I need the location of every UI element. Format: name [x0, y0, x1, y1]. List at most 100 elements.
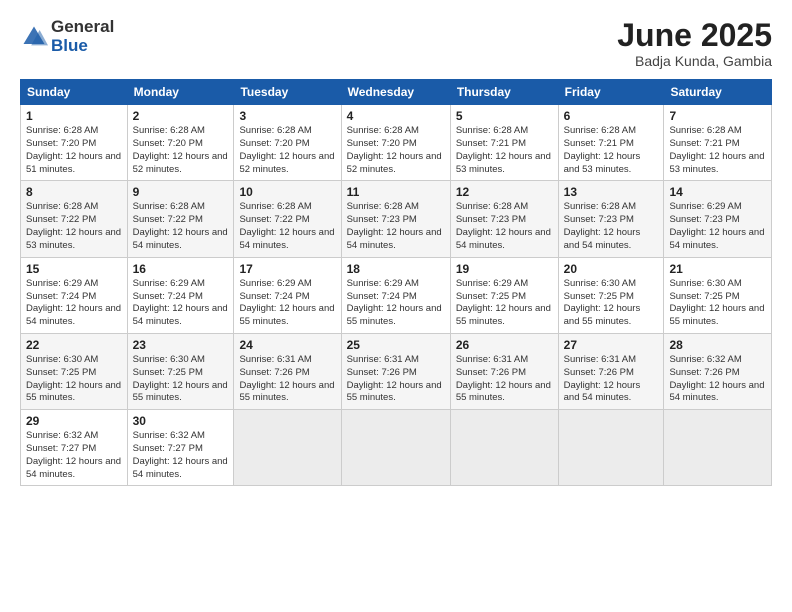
day-number: 3 [239, 109, 335, 123]
day-number: 1 [26, 109, 122, 123]
table-row: 5 Sunrise: 6:28 AMSunset: 7:21 PMDayligh… [450, 105, 558, 181]
day-info: Sunrise: 6:28 AMSunset: 7:21 PMDaylight:… [456, 125, 551, 174]
day-number: 27 [564, 338, 659, 352]
logo-icon [20, 23, 48, 51]
day-number: 7 [669, 109, 766, 123]
table-row: 14 Sunrise: 6:29 AMSunset: 7:23 PMDaylig… [664, 181, 772, 257]
col-wednesday: Wednesday [341, 80, 450, 105]
day-number: 17 [239, 262, 335, 276]
day-info: Sunrise: 6:28 AMSunset: 7:20 PMDaylight:… [133, 125, 228, 174]
table-row: 21 Sunrise: 6:30 AMSunset: 7:25 PMDaylig… [664, 257, 772, 333]
day-number: 13 [564, 185, 659, 199]
table-row: 1 Sunrise: 6:28 AMSunset: 7:20 PMDayligh… [21, 105, 128, 181]
table-row [341, 410, 450, 486]
calendar-week-row: 29 Sunrise: 6:32 AMSunset: 7:27 PMDaylig… [21, 410, 772, 486]
day-info: Sunrise: 6:28 AMSunset: 7:22 PMDaylight:… [133, 201, 228, 250]
day-info: Sunrise: 6:28 AMSunset: 7:20 PMDaylight:… [347, 125, 442, 174]
calendar-body: 1 Sunrise: 6:28 AMSunset: 7:20 PMDayligh… [21, 105, 772, 486]
day-info: Sunrise: 6:28 AMSunset: 7:22 PMDaylight:… [239, 201, 334, 250]
day-number: 20 [564, 262, 659, 276]
day-info: Sunrise: 6:28 AMSunset: 7:22 PMDaylight:… [26, 201, 121, 250]
day-info: Sunrise: 6:29 AMSunset: 7:24 PMDaylight:… [26, 278, 121, 327]
table-row [664, 410, 772, 486]
day-info: Sunrise: 6:28 AMSunset: 7:20 PMDaylight:… [239, 125, 334, 174]
day-info: Sunrise: 6:29 AMSunset: 7:25 PMDaylight:… [456, 278, 551, 327]
table-row: 19 Sunrise: 6:29 AMSunset: 7:25 PMDaylig… [450, 257, 558, 333]
day-number: 2 [133, 109, 229, 123]
day-number: 28 [669, 338, 766, 352]
table-row: 9 Sunrise: 6:28 AMSunset: 7:22 PMDayligh… [127, 181, 234, 257]
day-info: Sunrise: 6:31 AMSunset: 7:26 PMDaylight:… [456, 354, 551, 403]
table-row: 7 Sunrise: 6:28 AMSunset: 7:21 PMDayligh… [664, 105, 772, 181]
day-number: 6 [564, 109, 659, 123]
table-row: 23 Sunrise: 6:30 AMSunset: 7:25 PMDaylig… [127, 333, 234, 409]
calendar-week-row: 1 Sunrise: 6:28 AMSunset: 7:20 PMDayligh… [21, 105, 772, 181]
table-row: 13 Sunrise: 6:28 AMSunset: 7:23 PMDaylig… [558, 181, 664, 257]
day-number: 11 [347, 185, 445, 199]
day-info: Sunrise: 6:30 AMSunset: 7:25 PMDaylight:… [133, 354, 228, 403]
day-info: Sunrise: 6:31 AMSunset: 7:26 PMDaylight:… [347, 354, 442, 403]
col-sunday: Sunday [21, 80, 128, 105]
day-number: 4 [347, 109, 445, 123]
day-number: 12 [456, 185, 553, 199]
day-info: Sunrise: 6:28 AMSunset: 7:23 PMDaylight:… [564, 201, 641, 250]
day-info: Sunrise: 6:32 AMSunset: 7:27 PMDaylight:… [26, 430, 121, 479]
table-row: 11 Sunrise: 6:28 AMSunset: 7:23 PMDaylig… [341, 181, 450, 257]
day-number: 26 [456, 338, 553, 352]
day-number: 22 [26, 338, 122, 352]
table-row [450, 410, 558, 486]
table-row [558, 410, 664, 486]
table-row: 17 Sunrise: 6:29 AMSunset: 7:24 PMDaylig… [234, 257, 341, 333]
day-number: 29 [26, 414, 122, 428]
day-info: Sunrise: 6:28 AMSunset: 7:21 PMDaylight:… [669, 125, 764, 174]
table-row: 6 Sunrise: 6:28 AMSunset: 7:21 PMDayligh… [558, 105, 664, 181]
table-row: 30 Sunrise: 6:32 AMSunset: 7:27 PMDaylig… [127, 410, 234, 486]
day-number: 21 [669, 262, 766, 276]
table-row: 24 Sunrise: 6:31 AMSunset: 7:26 PMDaylig… [234, 333, 341, 409]
day-number: 24 [239, 338, 335, 352]
logo-blue: Blue [51, 37, 114, 56]
day-info: Sunrise: 6:30 AMSunset: 7:25 PMDaylight:… [26, 354, 121, 403]
title-block: June 2025 Badja Kunda, Gambia [617, 18, 772, 69]
day-info: Sunrise: 6:29 AMSunset: 7:24 PMDaylight:… [239, 278, 334, 327]
day-number: 14 [669, 185, 766, 199]
table-row: 29 Sunrise: 6:32 AMSunset: 7:27 PMDaylig… [21, 410, 128, 486]
table-row [234, 410, 341, 486]
day-info: Sunrise: 6:32 AMSunset: 7:26 PMDaylight:… [669, 354, 764, 403]
table-row: 12 Sunrise: 6:28 AMSunset: 7:23 PMDaylig… [450, 181, 558, 257]
day-info: Sunrise: 6:30 AMSunset: 7:25 PMDaylight:… [669, 278, 764, 327]
table-row: 20 Sunrise: 6:30 AMSunset: 7:25 PMDaylig… [558, 257, 664, 333]
day-number: 25 [347, 338, 445, 352]
day-info: Sunrise: 6:31 AMSunset: 7:26 PMDaylight:… [239, 354, 334, 403]
day-number: 9 [133, 185, 229, 199]
day-number: 23 [133, 338, 229, 352]
calendar-header: Sunday Monday Tuesday Wednesday Thursday… [21, 80, 772, 105]
logo-general: General [51, 18, 114, 37]
col-thursday: Thursday [450, 80, 558, 105]
day-info: Sunrise: 6:31 AMSunset: 7:26 PMDaylight:… [564, 354, 641, 403]
calendar-week-row: 8 Sunrise: 6:28 AMSunset: 7:22 PMDayligh… [21, 181, 772, 257]
day-info: Sunrise: 6:29 AMSunset: 7:23 PMDaylight:… [669, 201, 764, 250]
day-number: 30 [133, 414, 229, 428]
day-number: 16 [133, 262, 229, 276]
header: General Blue June 2025 Badja Kunda, Gamb… [20, 18, 772, 69]
day-info: Sunrise: 6:30 AMSunset: 7:25 PMDaylight:… [564, 278, 641, 327]
day-number: 5 [456, 109, 553, 123]
day-number: 15 [26, 262, 122, 276]
logo-text: General Blue [51, 18, 114, 55]
page: General Blue June 2025 Badja Kunda, Gamb… [0, 0, 792, 612]
day-number: 10 [239, 185, 335, 199]
table-row: 25 Sunrise: 6:31 AMSunset: 7:26 PMDaylig… [341, 333, 450, 409]
day-info: Sunrise: 6:28 AMSunset: 7:23 PMDaylight:… [347, 201, 442, 250]
table-row: 10 Sunrise: 6:28 AMSunset: 7:22 PMDaylig… [234, 181, 341, 257]
table-row: 3 Sunrise: 6:28 AMSunset: 7:20 PMDayligh… [234, 105, 341, 181]
table-row: 15 Sunrise: 6:29 AMSunset: 7:24 PMDaylig… [21, 257, 128, 333]
header-row: Sunday Monday Tuesday Wednesday Thursday… [21, 80, 772, 105]
day-info: Sunrise: 6:29 AMSunset: 7:24 PMDaylight:… [347, 278, 442, 327]
day-number: 18 [347, 262, 445, 276]
col-tuesday: Tuesday [234, 80, 341, 105]
table-row: 28 Sunrise: 6:32 AMSunset: 7:26 PMDaylig… [664, 333, 772, 409]
calendar-week-row: 22 Sunrise: 6:30 AMSunset: 7:25 PMDaylig… [21, 333, 772, 409]
table-row: 16 Sunrise: 6:29 AMSunset: 7:24 PMDaylig… [127, 257, 234, 333]
day-number: 19 [456, 262, 553, 276]
